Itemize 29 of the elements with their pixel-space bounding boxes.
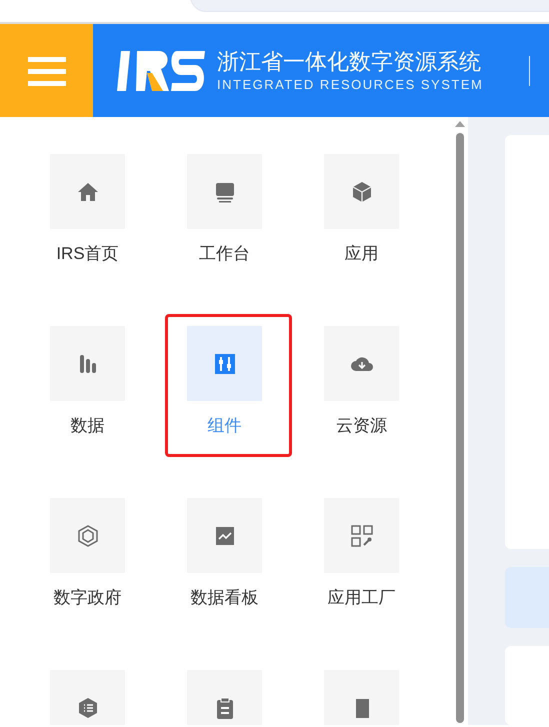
menu-tile[interactable] bbox=[50, 670, 125, 725]
system-title: 浙江省一体化数字资源系统 bbox=[217, 48, 482, 76]
menu-label[interactable]: 应用 bbox=[344, 243, 378, 265]
scrollbar-thumb[interactable] bbox=[456, 133, 464, 723]
menu-label[interactable]: 工作台 bbox=[199, 243, 250, 265]
scroll-up-icon[interactable] bbox=[455, 121, 465, 127]
menu-tile[interactable] bbox=[50, 154, 125, 229]
menu-label[interactable]: 云资源 bbox=[336, 415, 387, 437]
menu-tile[interactable] bbox=[324, 326, 399, 401]
hexagon-icon bbox=[76, 524, 100, 548]
menu-tile[interactable] bbox=[324, 498, 399, 573]
menu-icon bbox=[28, 54, 66, 86]
menu-label[interactable]: 数据看板 bbox=[190, 587, 258, 609]
menu-tile[interactable] bbox=[187, 154, 262, 229]
menu-tile[interactable] bbox=[50, 498, 125, 573]
grid-wrench-icon bbox=[350, 524, 374, 548]
system-subtitle: INTEGRATED RESOURCES SYSTEM bbox=[217, 76, 484, 94]
menu-label[interactable]: IRS首页 bbox=[56, 243, 119, 265]
menu-label[interactable]: 应用工厂 bbox=[328, 587, 396, 609]
logo-icon bbox=[117, 50, 207, 90]
menu-label[interactable]: 数字政府 bbox=[54, 587, 122, 609]
sliders-icon bbox=[212, 352, 236, 376]
menu-tile[interactable] bbox=[324, 670, 399, 725]
menu-tile[interactable] bbox=[50, 326, 125, 401]
menu-tile[interactable] bbox=[187, 326, 262, 401]
menu-tile[interactable] bbox=[187, 498, 262, 573]
menu-label[interactable]: 数据 bbox=[70, 415, 104, 437]
menu-tile[interactable] bbox=[187, 670, 262, 725]
menu-tile[interactable] bbox=[324, 154, 399, 229]
